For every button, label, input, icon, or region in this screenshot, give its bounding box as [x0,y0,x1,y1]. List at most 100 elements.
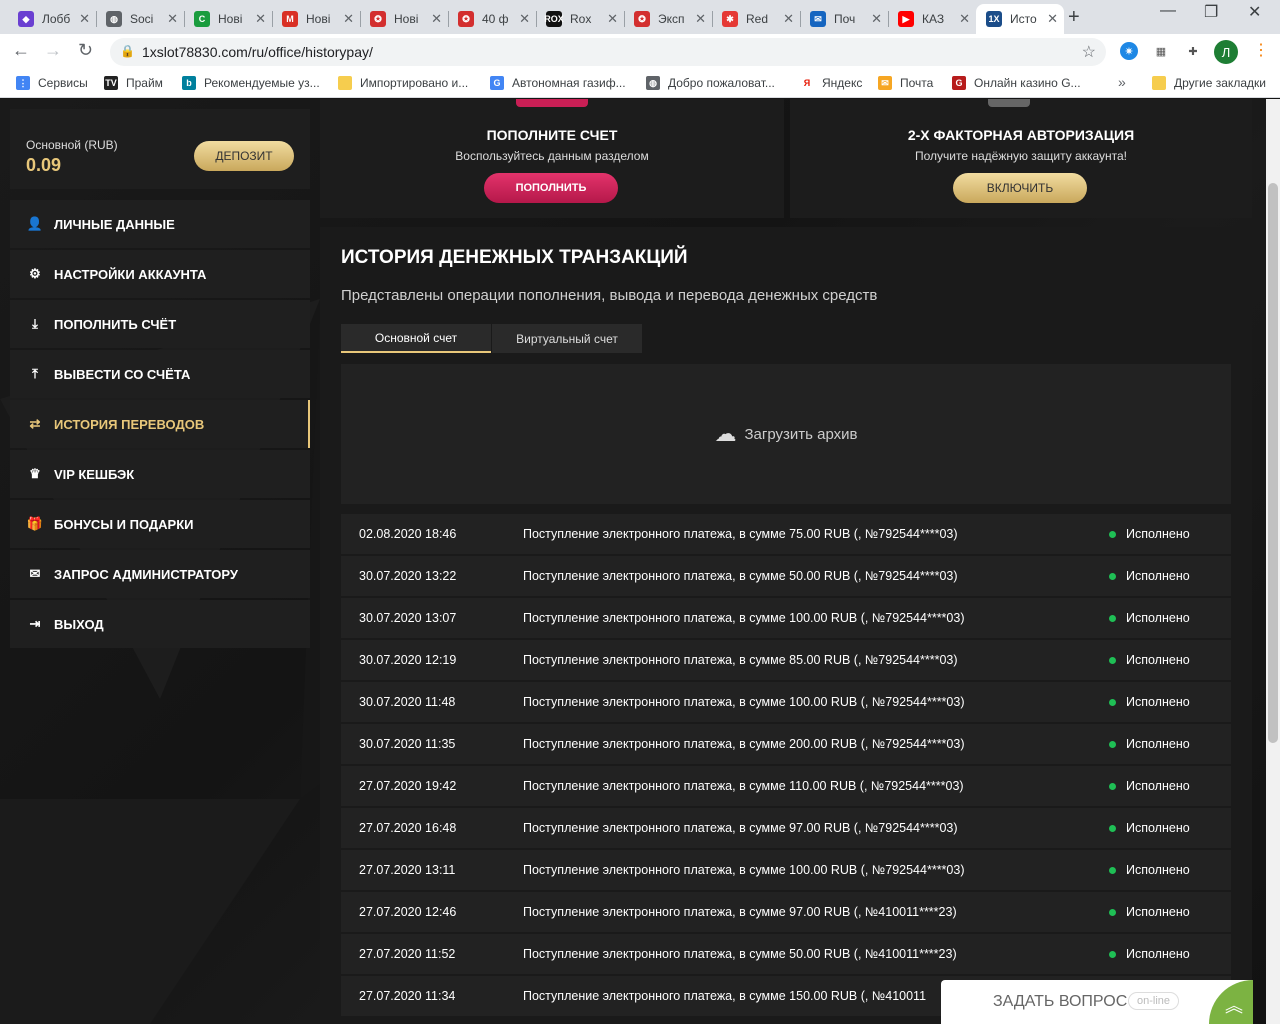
puzzle-icon[interactable]: ✚ [1184,42,1202,60]
bookmark-label: Сервисы [38,76,88,90]
bookmark-item[interactable]: TV Прайм [104,76,163,90]
close-tab-icon[interactable]: ✕ [79,11,90,27]
browser-tab-title: Лобб [42,12,71,26]
status-badge: Исполнено [1109,527,1190,541]
menu-item-label: ЛИЧНЫЕ ДАННЫЕ [54,216,175,232]
menu-item[interactable]: ✉ ЗАПРОС АДМИНИСТРАТОРУ [10,550,310,598]
transaction-description: Поступление электронного платежа, в сумм… [523,569,958,583]
menu-item[interactable]: 🎁 БОНУСЫ И ПОДАРКИ [10,500,310,548]
menu-item[interactable]: ⤒ ВЫВЕСТИ СО СЧЁТА [10,350,310,398]
bookmark-label: Добро пожаловат... [668,76,775,90]
browser-tab-title: Нові [306,12,331,26]
close-tab-icon[interactable]: ✕ [607,11,618,27]
transaction-description: Поступление электронного платежа, в сумм… [523,863,965,877]
menu-item[interactable]: ⚙ НАСТРОЙКИ АККАУНТА [10,250,310,298]
casino-icon: G [952,76,966,90]
menu-item[interactable]: ♛ VIP КЕШБЭК [10,450,310,498]
minimize-icon[interactable]: — [1160,2,1176,20]
browser-tab[interactable]: ✪ 40 ф ✕ [448,4,536,34]
url-text[interactable]: 1xslot78830.com/ru/office/historypay/ [142,44,373,60]
browser-tab[interactable]: ✪ Нові ✕ [360,4,448,34]
deposit-button[interactable]: ДЕПОЗИТ [194,141,294,171]
new-tab-button[interactable]: + [1068,6,1080,29]
roulette-icon: ✪ [370,11,386,27]
browser-tab[interactable]: ✪ Эксп ✕ [624,4,712,34]
menu-item[interactable]: ⇥ ВЫХОД [10,600,310,648]
browser-tab[interactable]: ◍ Soci ✕ [96,4,184,34]
close-tab-icon[interactable]: ✕ [695,11,706,27]
crown-icon: ♛ [29,466,41,481]
other-bookmarks[interactable]: Другие закладки [1152,76,1266,90]
red-star-icon: ✱ [722,11,738,27]
1x-icon: 1X [986,11,1002,27]
bookmark-item[interactable]: ◍ Добро пожаловат... [646,76,775,90]
roulette-icon: ✪ [458,11,474,27]
bookmark-item[interactable]: b Рекомендуемые уз... [182,76,320,90]
browser-tab[interactable]: ◆ Лобб ✕ [8,4,96,34]
close-tab-icon[interactable]: ✕ [1047,11,1058,27]
restore-icon[interactable]: ❐ [1204,2,1218,22]
browser-tab[interactable]: 1X Исто ✕ [976,4,1064,34]
twofa-card: 2-Х ФАКТОРНАЯ АВТОРИЗАЦИЯ Получите надёж… [790,99,1252,218]
bookmark-item[interactable]: ✉ Почта [878,76,933,90]
bookmark-item[interactable]: G Онлайн казино G... [952,76,1081,90]
extension-icon[interactable]: ✷ [1120,42,1138,60]
close-tab-icon[interactable]: ✕ [871,11,882,27]
close-tab-icon[interactable]: ✕ [167,11,178,27]
close-window-icon[interactable]: ✕ [1248,2,1261,22]
tab-separator [800,11,801,27]
close-tab-icon[interactable]: ✕ [343,11,354,27]
browser-tab[interactable]: ✱ Red ✕ [712,4,800,34]
tab-separator [96,11,97,27]
bookmark-item[interactable]: ⋮ Сервисы [16,76,88,90]
browser-tab[interactable]: ▶ КАЗ ✕ [888,4,976,34]
browser-tab-title: Нові [394,12,419,26]
twofa-subtitle: Получите надёжную защиту аккаунта! [914,149,1127,163]
address-bar[interactable]: 🔒 1xslot78830.com/ru/office/historypay/ … [110,38,1106,66]
bookmark-label: Яндекс [822,76,863,90]
profile-avatar[interactable]: Л [1214,40,1238,64]
bookmarks-more-icon[interactable]: » [1118,74,1126,90]
back-icon[interactable]: ← [12,40,30,61]
chrome-menu-icon[interactable]: ⋮ [1253,40,1269,60]
forward-icon[interactable]: → [44,40,62,61]
qr-extension-icon[interactable]: ▦ [1152,42,1170,60]
page-scrollbar[interactable] [1266,99,1280,1024]
topup-button[interactable]: ПОПОЛНИТЬ [484,173,618,203]
close-tab-icon[interactable]: ✕ [255,11,266,27]
status-text: Исполнено [1126,863,1190,877]
tab-virtual-account[interactable]: Виртуальный счет [492,324,642,353]
tab-main-account[interactable]: Основной счет [341,324,491,353]
envelope-icon: ✉ [29,566,41,581]
bookmark-item[interactable]: Я Яндекс [800,76,862,90]
table-row: 30.07.2020 12:19 Поступление электронного… [341,640,1231,680]
menu-item[interactable]: ⤓ ПОПОЛНИТЬ СЧЁТ [10,300,310,348]
close-tab-icon[interactable]: ✕ [959,11,970,27]
status-badge: Исполнено [1109,821,1190,835]
menu-item[interactable]: ⇄ ИСТОРИЯ ПЕРЕВОДОВ [10,400,310,448]
browser-tab[interactable]: M Нові ✕ [272,4,360,34]
enable-2fa-button[interactable]: ВКЛЮЧИТЬ [953,173,1087,203]
bookmark-label: Автономная газиф... [512,76,626,90]
roulette-icon: ✪ [634,11,650,27]
bookmark-star-icon[interactable]: ☆ [1082,42,1096,62]
close-tab-icon[interactable]: ✕ [431,11,442,27]
chat-status-badge: on-line [1128,992,1180,1010]
menu-item-label: ЗАПРОС АДМИНИСТРАТОРУ [54,566,238,582]
tab-separator [360,11,361,27]
table-row: 27.07.2020 19:42 Поступление электронного… [341,766,1231,806]
browser-tab[interactable]: C Нові ✕ [184,4,272,34]
scrollbar-thumb[interactable] [1268,183,1278,743]
reload-icon[interactable]: ↻ [78,40,93,61]
browser-tab[interactable]: ROX Rox ✕ [536,4,624,34]
close-tab-icon[interactable]: ✕ [783,11,794,27]
ask-question-widget[interactable]: ЗАДАТЬ ВОПРОС on-line ︽ [941,980,1253,1024]
close-tab-icon[interactable]: ✕ [519,11,530,27]
download-archive-button[interactable]: ☁ Загрузить архив [341,364,1231,504]
browser-tab[interactable]: ✉ Поч ✕ [800,4,888,34]
bookmark-item[interactable]: Импортировано и... [338,76,468,90]
mail-icon: ✉ [878,76,892,90]
menu-item[interactable]: 👤 ЛИЧНЫЕ ДАННЫЕ [10,200,310,248]
bookmark-item[interactable]: G Автономная газиф... [490,76,626,90]
chevrons-up-icon[interactable]: ︽ [1209,980,1253,1024]
